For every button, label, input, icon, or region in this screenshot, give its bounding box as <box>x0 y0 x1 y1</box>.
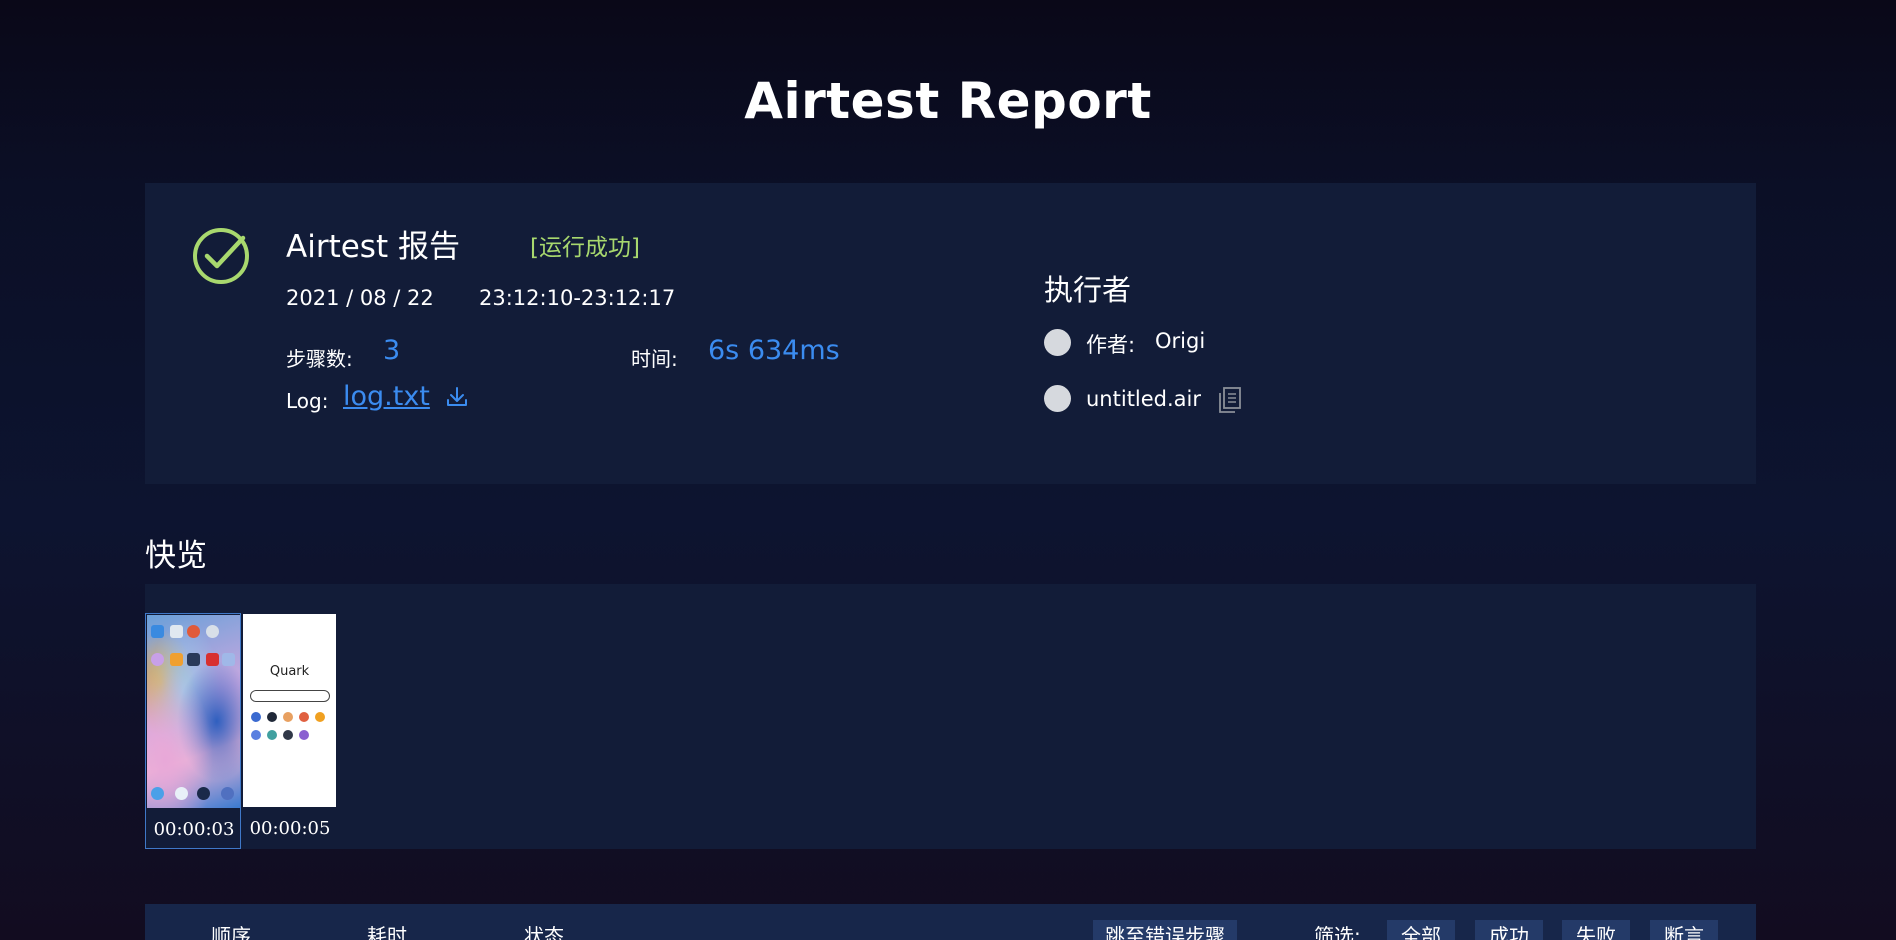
log-file-link[interactable]: log.txt <box>343 381 430 412</box>
steps-table-header: 顺序 耗时 状态 跳至错误步骤 筛选: 全部 成功 失败 断言 <box>145 904 1756 940</box>
summary-panel: Airtest 报告 [运行成功] 2021 / 08 / 22 23:12:1… <box>145 183 1756 484</box>
filter-assert-button[interactable]: 断言 <box>1650 920 1718 940</box>
steps-label: 步骤数: <box>286 347 353 371</box>
check-circle-icon <box>193 228 249 284</box>
quark-logo: Quark <box>269 664 310 679</box>
column-order[interactable]: 顺序 <box>211 920 251 940</box>
filter-success-button[interactable]: 成功 <box>1475 920 1543 940</box>
duration-value: 6s 634ms <box>708 335 840 366</box>
report-date: 2021 / 08 / 22 <box>286 286 434 310</box>
author-avatar-dot <box>1044 329 1071 356</box>
thumbnail-home-screen[interactable]: 00:00:03 <box>145 613 241 849</box>
overview-title: 快览 <box>145 538 207 574</box>
column-duration[interactable]: 耗时 <box>367 920 407 940</box>
filter-all-button[interactable]: 全部 <box>1387 920 1455 940</box>
column-status[interactable]: 状态 <box>524 920 564 940</box>
executor-title: 执行者 <box>1044 273 1132 307</box>
steps-value: 3 <box>383 335 401 366</box>
report-time-range: 23:12:10-23:12:17 <box>479 286 676 310</box>
screenshot-home-image <box>147 615 240 808</box>
script-name: untitled.air <box>1086 387 1202 411</box>
log-label: Log: <box>286 389 329 413</box>
jump-to-error-button[interactable]: 跳至错误步骤 <box>1093 920 1237 940</box>
screenshot-quark-image: Quark <box>243 614 336 807</box>
duration-label: 时间: <box>631 347 678 371</box>
filter-fail-button[interactable]: 失败 <box>1562 920 1630 940</box>
thumbnail-panel: 00:00:03 Quark 00:00:05 <box>145 584 1756 849</box>
thumbnail-time: 00:00:05 <box>249 818 331 839</box>
run-status-badge: [运行成功] <box>530 235 640 261</box>
download-icon[interactable] <box>445 385 469 409</box>
author-label: 作者: <box>1086 333 1136 357</box>
filter-label: 筛选: <box>1314 924 1361 940</box>
report-title: Airtest 报告 <box>286 229 460 265</box>
copy-icon[interactable] <box>1217 386 1243 414</box>
page-title: Airtest Report <box>744 72 1152 130</box>
author-value: Origi <box>1155 329 1206 353</box>
thumbnail-time: 00:00:03 <box>153 819 235 840</box>
script-dot <box>1044 385 1071 412</box>
thumbnail-quark[interactable]: Quark 00:00:05 <box>242 613 338 849</box>
